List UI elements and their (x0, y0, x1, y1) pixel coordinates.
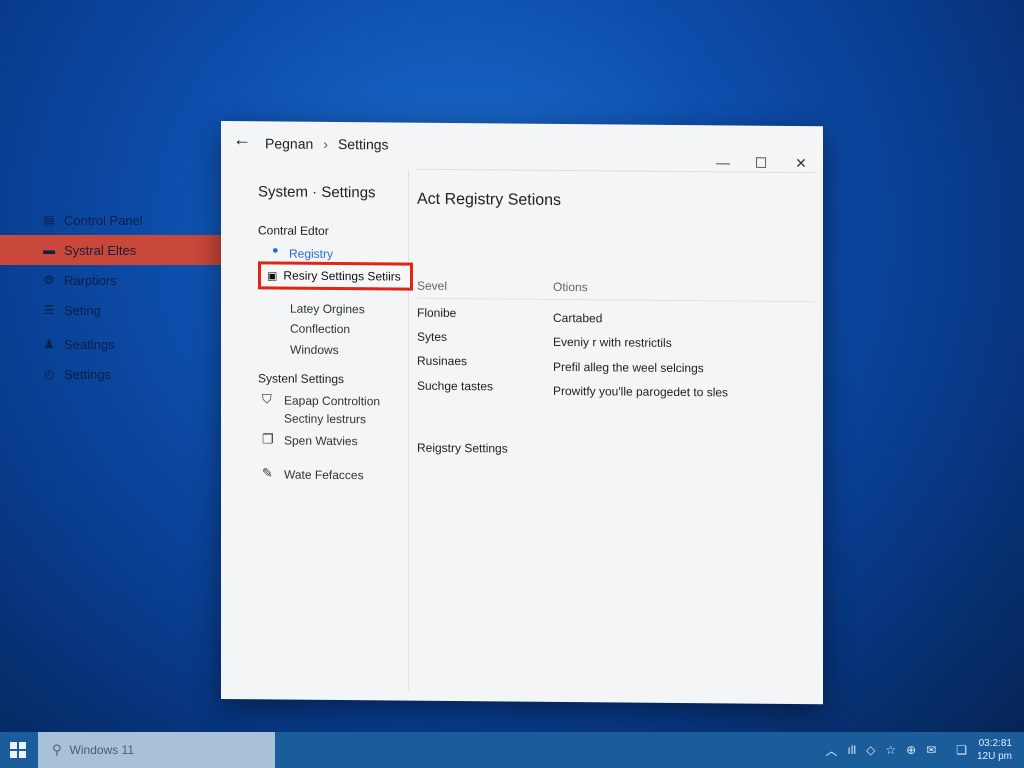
taskbar: ⚲ Windows 11 ︿ ıll ◇ ☆ ⊕ ✉ ❏ 03:2:81 12U… (0, 732, 1024, 768)
settings-nav: System · Settings Contral Edtor ● Regist… (221, 169, 413, 691)
desk-item-control-panel[interactable]: ▤ Control Panel (0, 205, 222, 235)
nav-sub-item[interactable]: Conflection (290, 322, 350, 337)
nav-link-registry[interactable]: Registry (289, 247, 333, 261)
nav-section-system-settings: Systenl Settings (258, 371, 345, 387)
row-name[interactable]: Flonibe (417, 306, 456, 320)
desk-item-systral-eltes[interactable]: ▬ Systral Eltes (0, 235, 222, 265)
desktop-side-panel: ▤ Control Panel ▬ Systral Eltes ⚙ Rarpti… (0, 205, 222, 389)
row-value[interactable]: Prowitfy you'lle parogedet to sles (553, 384, 728, 400)
clock-icon: ◴ (43, 367, 55, 381)
globe-icon[interactable]: ⊕ (906, 743, 916, 757)
row-name[interactable]: Rusinaes (417, 354, 467, 368)
notification-icon[interactable]: ❏ (956, 743, 967, 757)
message-icon[interactable]: ✉ (926, 743, 936, 757)
windows-start-icon[interactable] (10, 742, 26, 758)
settings-window: ← Pegnan › Settings — ☐ ✕ System · Setting… (221, 121, 823, 705)
pen-icon: ✎ (262, 465, 273, 481)
search-text: Windows 11 (69, 743, 135, 757)
system-tray: ︿ ıll ◇ ☆ ⊕ ✉ ❏ 03:2:81 12U pm (825, 732, 1012, 768)
row-value[interactable]: Cartabed (553, 311, 602, 325)
divider (417, 297, 815, 303)
clock-time: 03:2:81 (978, 738, 1012, 749)
registry-settings-link[interactable]: Reigstry Settings (417, 441, 508, 456)
row-name[interactable]: Suchge tastes (417, 379, 493, 394)
breadcrumb-item: Settings (337, 136, 389, 153)
copy-icon: ❐ (262, 431, 274, 447)
chevron-up-icon[interactable]: ︿ (825, 742, 837, 759)
folder-icon: ▬ (43, 243, 55, 257)
registry-icon: ▣ (267, 269, 278, 282)
title-bar: ← Pegnan › Settings — ☐ ✕ (221, 121, 823, 172)
nav-item-registry-settings[interactable]: ▣ Resiry Settings Setiirs (258, 261, 413, 291)
signal-icon[interactable]: ıll (847, 743, 856, 757)
people-icon: ♟ (43, 337, 55, 351)
row-value[interactable]: Eveniy r with restrictils (553, 335, 672, 350)
column-header-name: Sevel (417, 278, 448, 293)
desk-item-settings[interactable]: ◴ Settings (0, 359, 222, 389)
desk-item-seatings[interactable]: ♟ Seatings (0, 329, 222, 359)
chevron-right-icon: › (323, 135, 328, 152)
page-title: Act Registry Setions (417, 190, 562, 209)
pin-icon: ● (272, 244, 279, 257)
desk-item-seting[interactable]: ☰ Seting (0, 295, 222, 325)
back-arrow-icon[interactable]: ← (233, 129, 251, 150)
maximize-button[interactable]: ☐ (749, 154, 773, 172)
clock-date: 12U pm (976, 751, 1012, 762)
nav-item-label: Resiry Settings Setiirs (283, 268, 401, 284)
document-icon: ▤ (43, 213, 55, 227)
close-button[interactable]: ✕ (789, 154, 813, 172)
gear-icon: ⚙ (43, 273, 55, 287)
breadcrumb: Pegnan › Settings (265, 135, 389, 152)
row-name[interactable]: Sytes (417, 330, 447, 344)
breadcrumb-item[interactable]: Pegnan (265, 135, 313, 151)
nav-item-wate[interactable]: Wate Fefacces (284, 468, 364, 483)
search-icon: ⚲ (52, 742, 62, 757)
nav-sub-item[interactable]: Latey Orgines (290, 302, 365, 317)
taskbar-search[interactable]: ⚲ Windows 11 (38, 732, 275, 768)
column-header-options: Otions (553, 279, 588, 295)
nav-item-spen[interactable]: Spen Watvies (284, 434, 358, 449)
nav-sub-item[interactable]: Windows (290, 343, 339, 357)
nav-title: System · Settings (258, 183, 376, 202)
row-value[interactable]: Prefil alleg the weel selcings (553, 360, 704, 375)
clock[interactable]: 03:2:81 12U pm (977, 737, 1012, 763)
desk-item-rarptiors[interactable]: ⚙ Rarptiors (0, 265, 222, 295)
list-icon: ☰ (43, 303, 55, 317)
nav-section-control-editor: Contral Edtor (258, 223, 329, 238)
star-icon[interactable]: ☆ (885, 743, 896, 757)
nav-item-sub[interactable]: Sectiny lestrurs (284, 412, 366, 427)
minimize-button[interactable]: — (711, 153, 735, 171)
nav-item-control[interactable]: Eapap Controltion (284, 394, 380, 409)
content-pane: Act Registry Setions Sevel Otions Flonib… (417, 171, 815, 694)
network-icon[interactable]: ◇ (866, 743, 875, 757)
shield-icon: ⛉ (262, 391, 272, 407)
